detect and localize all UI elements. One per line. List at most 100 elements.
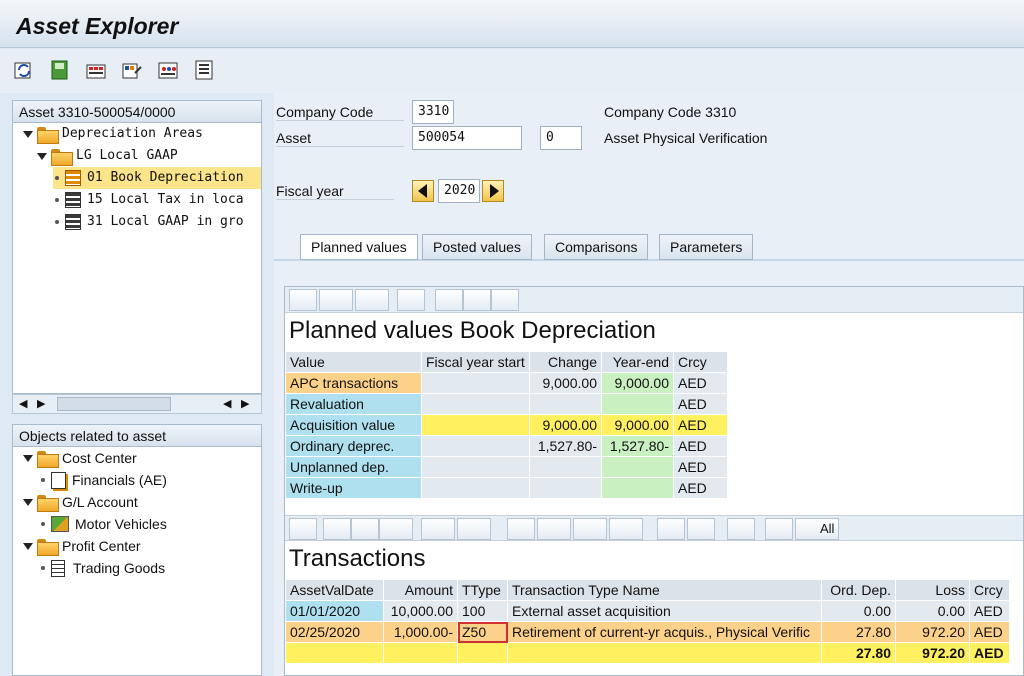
tab-planned-values[interactable]: Planned values: [300, 234, 418, 260]
subtotal-icon[interactable]: [457, 518, 491, 540]
tree-node-lg-local-gaap[interactable]: LG Local GAAP: [37, 145, 178, 167]
table-row: Revaluation AED: [285, 393, 728, 415]
related-objects-header: Objects related to asset: [13, 425, 261, 447]
ttype-cell-selected[interactable]: Z50: [457, 621, 508, 643]
table-row: APC transactions 9,000.00 9,000.00 AED: [285, 372, 728, 394]
app-title: Asset Explorer: [16, 13, 179, 39]
copy-icon[interactable]: [687, 518, 715, 540]
tab-parameters[interactable]: Parameters: [659, 234, 754, 260]
details-icon[interactable]: [289, 518, 317, 540]
layout-dropdown-icon[interactable]: [609, 518, 643, 540]
total-loss[interactable]: 972.20: [895, 642, 970, 664]
tree-node-31-local-gaap[interactable]: 31 Local GAAP in gro: [53, 211, 244, 233]
tree-horizontal-scrollbar[interactable]: ◀ ▶ ◀ ▶: [12, 394, 262, 414]
company-code-field[interactable]: 3310: [412, 100, 454, 124]
table-row: 02/25/2020 1,000.00- Z50 Retirement of curr…: [285, 621, 1010, 643]
related-profit-center[interactable]: Profit Center: [23, 535, 141, 557]
related-gl-account[interactable]: G/L Account: [23, 491, 138, 513]
next-year-button[interactable]: [482, 180, 504, 202]
view-dropdown-icon[interactable]: [319, 289, 353, 311]
document-icon: [51, 559, 65, 577]
col-value[interactable]: Value: [285, 351, 422, 373]
col-fiscal-year-start[interactable]: Fiscal year start: [421, 351, 530, 373]
asset-values-icon[interactable]: [120, 58, 144, 82]
related-trading-goods[interactable]: Trading Goods: [39, 557, 165, 579]
asset-number-field[interactable]: 500054: [412, 126, 522, 150]
expand-arrow-icon[interactable]: [23, 454, 33, 462]
asset-description: Asset Physical Verification: [604, 130, 768, 146]
previous-year-button[interactable]: [412, 180, 434, 202]
table-row: Acquisition value 9,000.00 9,000.00 AED: [285, 414, 728, 436]
grid-icon: [65, 214, 81, 230]
scroll-right-icon[interactable]: ▶: [37, 397, 45, 410]
related-cost-center[interactable]: Cost Center: [23, 447, 137, 469]
folder-icon: [37, 494, 59, 512]
show-all-button[interactable]: All: [795, 518, 839, 540]
col-change[interactable]: Change: [529, 351, 602, 373]
sort-ascending-icon[interactable]: [323, 518, 351, 540]
scroll-left-icon[interactable]: ◀: [19, 397, 27, 410]
view-dropdown-icon[interactable]: [537, 518, 571, 540]
tree-node-01-book-depreciation[interactable]: 01 Book Depreciation: [53, 167, 261, 189]
asset-icon[interactable]: [727, 518, 755, 540]
expand-arrow-icon[interactable]: [23, 130, 33, 138]
calculator-icon[interactable]: [463, 289, 491, 311]
graphics-icon[interactable]: [435, 289, 463, 311]
col-transaction-type-name[interactable]: Transaction Type Name: [507, 579, 822, 601]
schedule-icon[interactable]: [491, 289, 519, 311]
scroll-thumb[interactable]: [57, 397, 171, 411]
col-crcy[interactable]: Crcy: [969, 579, 1010, 601]
tab-posted-values[interactable]: Posted values: [422, 234, 532, 260]
sum-icon[interactable]: [421, 518, 455, 540]
planned-values-table: Value Fiscal year start Change Year-end …: [285, 351, 728, 499]
related-objects-panel: Objects related to asset Cost Center Fin…: [12, 424, 262, 676]
table-row: Ordinary deprec. 1,527.80- 1,527.80- AED: [285, 435, 728, 457]
col-loss[interactable]: Loss: [895, 579, 970, 601]
document-icon: [51, 471, 66, 489]
company-code-label: Company Code: [276, 104, 404, 121]
tab-comparisons[interactable]: Comparisons: [544, 234, 649, 260]
tree-node-depreciation-areas[interactable]: Depreciation Areas: [23, 123, 203, 145]
asset-label: Asset: [276, 130, 404, 147]
tree-node-15-local-tax[interactable]: 15 Local Tax in loca: [53, 189, 244, 211]
info-icon[interactable]: [397, 289, 425, 311]
transactions-table: AssetValDate Amount TType Transaction Ty…: [285, 579, 1010, 664]
col-ttype[interactable]: TType: [457, 579, 508, 601]
col-ord-dep[interactable]: Ord. Dep.: [821, 579, 896, 601]
list-icon[interactable]: [192, 58, 216, 82]
expand-arrow-icon[interactable]: [23, 498, 33, 506]
export-dropdown-icon[interactable]: [355, 289, 389, 311]
fiscal-year-label: Fiscal year: [276, 183, 394, 200]
refresh-icon[interactable]: [12, 58, 36, 82]
display-hierarchy-icon[interactable]: [84, 58, 108, 82]
folder-icon: [37, 450, 59, 468]
col-crcy[interactable]: Crcy: [673, 351, 728, 373]
total-ord-dep[interactable]: 27.80: [821, 642, 896, 664]
expand-arrow-icon[interactable]: [23, 542, 33, 550]
related-motor-vehicles[interactable]: Motor Vehicles: [39, 513, 167, 535]
col-asset-val-date[interactable]: AssetValDate: [285, 579, 384, 601]
planned-values-title: Planned values Book Depreciation: [289, 317, 656, 344]
scroll-left-icon-2[interactable]: ◀: [223, 397, 231, 410]
col-year-end[interactable]: Year-end: [601, 351, 674, 373]
fiscal-year-field[interactable]: 2020: [438, 179, 480, 203]
transactions-grid-toolbar: All: [285, 515, 1023, 541]
related-financials-ae[interactable]: Financials (AE): [39, 469, 167, 491]
print-icon[interactable]: [289, 289, 317, 311]
total-crcy[interactable]: AED: [969, 642, 1010, 664]
expand-arrow-icon[interactable]: [37, 152, 47, 160]
print-icon[interactable]: [507, 518, 535, 540]
expand-all-icon[interactable]: [765, 518, 793, 540]
grid-icon: [65, 170, 81, 186]
folder-icon: [37, 538, 59, 556]
simulate-icon[interactable]: [156, 58, 180, 82]
car-icon: [51, 516, 69, 532]
asset-subnumber-field[interactable]: 0: [540, 126, 582, 150]
export-dropdown-icon[interactable]: [573, 518, 607, 540]
info-icon[interactable]: [657, 518, 685, 540]
scroll-right-icon-2[interactable]: ▶: [241, 397, 249, 410]
col-amount[interactable]: Amount: [383, 579, 458, 601]
save-layout-icon[interactable]: [48, 58, 72, 82]
sort-descending-icon[interactable]: [351, 518, 379, 540]
filter-icon[interactable]: [379, 518, 413, 540]
